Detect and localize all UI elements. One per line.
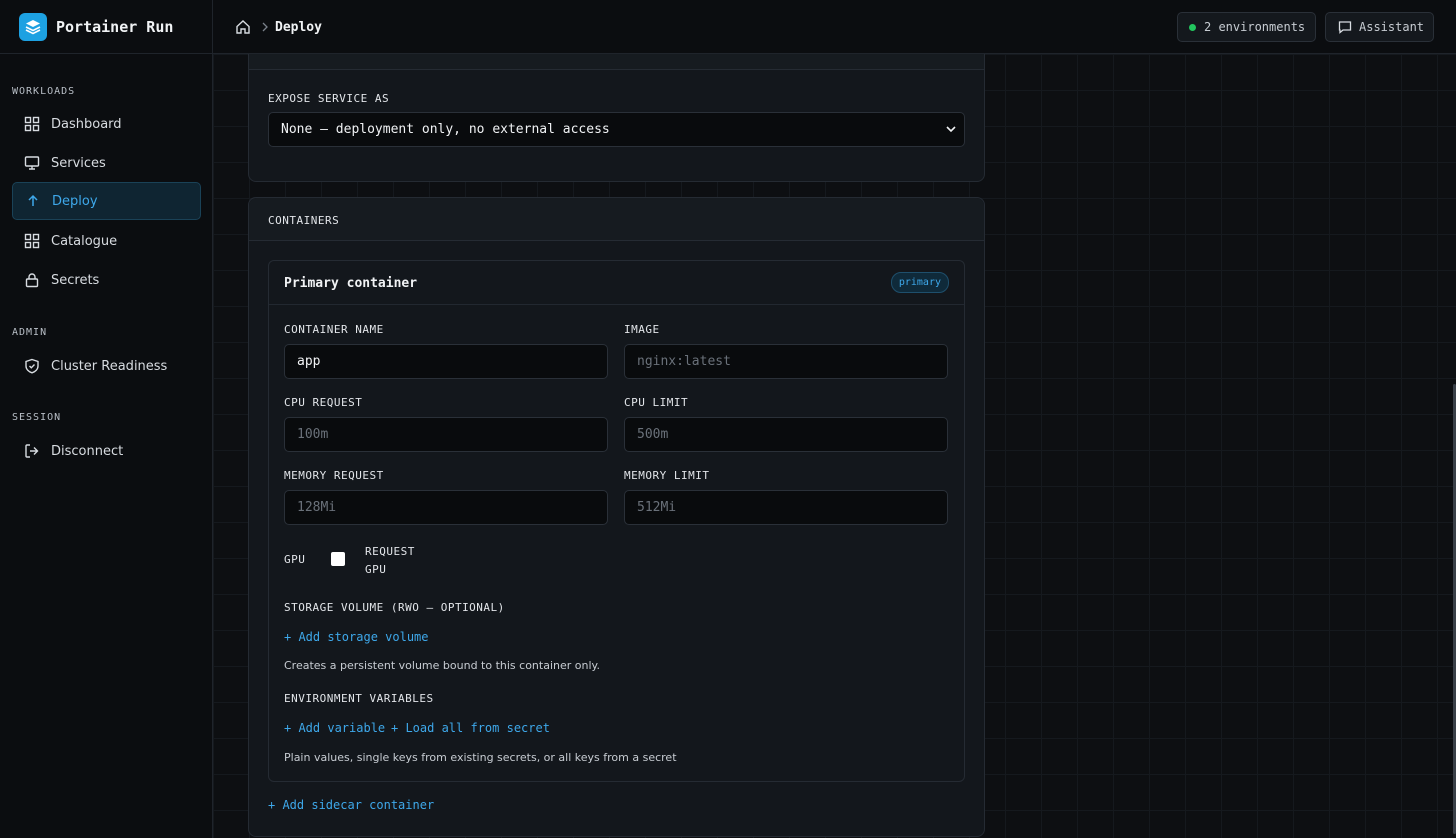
nav-section-admin: ADMIN: [12, 327, 48, 338]
gpu-checkbox-label-line2: GPU: [365, 563, 387, 576]
cpu-limit-label: CPU LIMIT: [624, 396, 689, 409]
gpu-label: GPU: [284, 553, 306, 566]
cpu-request-input[interactable]: 100m: [284, 417, 608, 452]
memory-request-label: MEMORY REQUEST: [284, 469, 384, 482]
containers-card: CONTAINERS Primary container primary CON…: [248, 197, 985, 837]
sidebar-item-disconnect[interactable]: Disconnect: [12, 432, 201, 470]
container-name-label: CONTAINER NAME: [284, 323, 384, 336]
memory-limit-label: MEMORY LIMIT: [624, 469, 710, 482]
sidebar-item-label: Catalogue: [51, 233, 118, 249]
primary-badge: primary: [890, 272, 949, 293]
cpu-request-label: CPU REQUEST: [284, 396, 363, 409]
primary-container-card: Primary container primary CONTAINER NAME…: [268, 260, 965, 782]
sidebar-item-secrets[interactable]: Secrets: [12, 261, 201, 299]
chevron-right-icon: [261, 22, 269, 32]
grid-icon: [24, 116, 40, 132]
brand[interactable]: Portainer Run: [0, 0, 212, 54]
image-input[interactable]: nginx:latest: [624, 344, 948, 379]
sidebar-item-label: Services: [51, 155, 106, 171]
sidebar-item-deploy[interactable]: Deploy: [12, 182, 201, 220]
breadcrumb: Deploy: [235, 0, 322, 54]
memory-limit-input[interactable]: 512Mi: [624, 490, 948, 525]
sidebar-item-dashboard[interactable]: Dashboard: [12, 105, 201, 143]
add-variable-link[interactable]: + Add variable: [284, 721, 385, 735]
expose-card: EXPOSE SERVICE AS None — deployment only…: [248, 54, 985, 182]
environments-badge[interactable]: 2 environments: [1177, 12, 1316, 42]
sidebar-item-label: Deploy: [52, 193, 98, 209]
sidebar-item-services[interactable]: Services: [12, 144, 201, 182]
storage-label: STORAGE VOLUME (RWO — OPTIONAL): [284, 601, 505, 614]
assistant-button[interactable]: Assistant: [1325, 12, 1434, 42]
expose-card-header: [249, 54, 984, 70]
main-content: EXPOSE SERVICE AS None — deployment only…: [213, 54, 1456, 838]
containers-title: CONTAINERS: [268, 214, 340, 227]
logout-icon: [24, 443, 40, 459]
arrow-up-icon: [25, 193, 41, 209]
cpu-limit-input[interactable]: 500m: [624, 417, 948, 452]
container-name-input[interactable]: app: [284, 344, 608, 379]
memory-request-input[interactable]: 128Mi: [284, 490, 608, 525]
expose-label: EXPOSE SERVICE AS: [268, 92, 390, 105]
add-storage-volume-link[interactable]: + Add storage volume: [284, 630, 429, 644]
shield-check-icon: [24, 358, 40, 374]
sidebar-item-label: Cluster Readiness: [51, 358, 168, 374]
gpu-checkbox-label: REQUEST GPU: [365, 543, 415, 579]
expose-select-value: None — deployment only, no external acce…: [281, 122, 610, 137]
page-title: Deploy: [275, 19, 322, 35]
sidebar-item-label: Disconnect: [51, 443, 124, 459]
sidebar-item-label: Secrets: [51, 272, 100, 288]
status-dot-icon: [1189, 23, 1196, 31]
nav-section-session: SESSION: [12, 412, 62, 423]
topbar: Deploy 2 environments Assistant: [213, 0, 1456, 54]
load-all-from-secret-link[interactable]: + Load all from secret: [391, 721, 550, 735]
monitor-icon: [24, 155, 40, 171]
containers-card-header: CONTAINERS: [249, 198, 984, 241]
home-icon[interactable]: [235, 19, 251, 35]
environments-label: 2 environments: [1204, 20, 1306, 34]
sidebar-item-cluster-readiness[interactable]: Cluster Readiness: [12, 347, 201, 385]
image-label: IMAGE: [624, 323, 660, 336]
nav-section-workloads: WORKLOADS: [12, 86, 76, 97]
add-sidecar-container-link[interactable]: + Add sidecar container: [268, 798, 434, 812]
storage-help-text: Creates a persistent volume bound to thi…: [284, 659, 600, 672]
chat-icon: [1338, 20, 1352, 34]
grid-icon: [24, 233, 40, 249]
lock-icon: [24, 272, 40, 288]
expose-select[interactable]: None — deployment only, no external acce…: [268, 112, 965, 147]
app-name: Portainer Run: [56, 17, 174, 36]
env-help-text: Plain values, single keys from existing …: [284, 751, 677, 764]
primary-container-header: Primary container primary: [269, 261, 964, 305]
primary-container-title: Primary container: [284, 276, 418, 291]
gpu-checkbox[interactable]: [331, 552, 345, 566]
sidebar-item-catalogue[interactable]: Catalogue: [12, 222, 201, 260]
stack-logo-icon: [19, 12, 47, 41]
sidebar-item-label: Dashboard: [51, 116, 122, 132]
gpu-checkbox-label-line1: REQUEST: [365, 545, 415, 558]
assistant-label: Assistant: [1359, 20, 1425, 34]
chevron-down-icon: [946, 126, 956, 133]
env-label: ENVIRONMENT VARIABLES: [284, 692, 434, 705]
sidebar: Portainer Run WORKLOADS Dashboard Servic…: [0, 0, 213, 838]
